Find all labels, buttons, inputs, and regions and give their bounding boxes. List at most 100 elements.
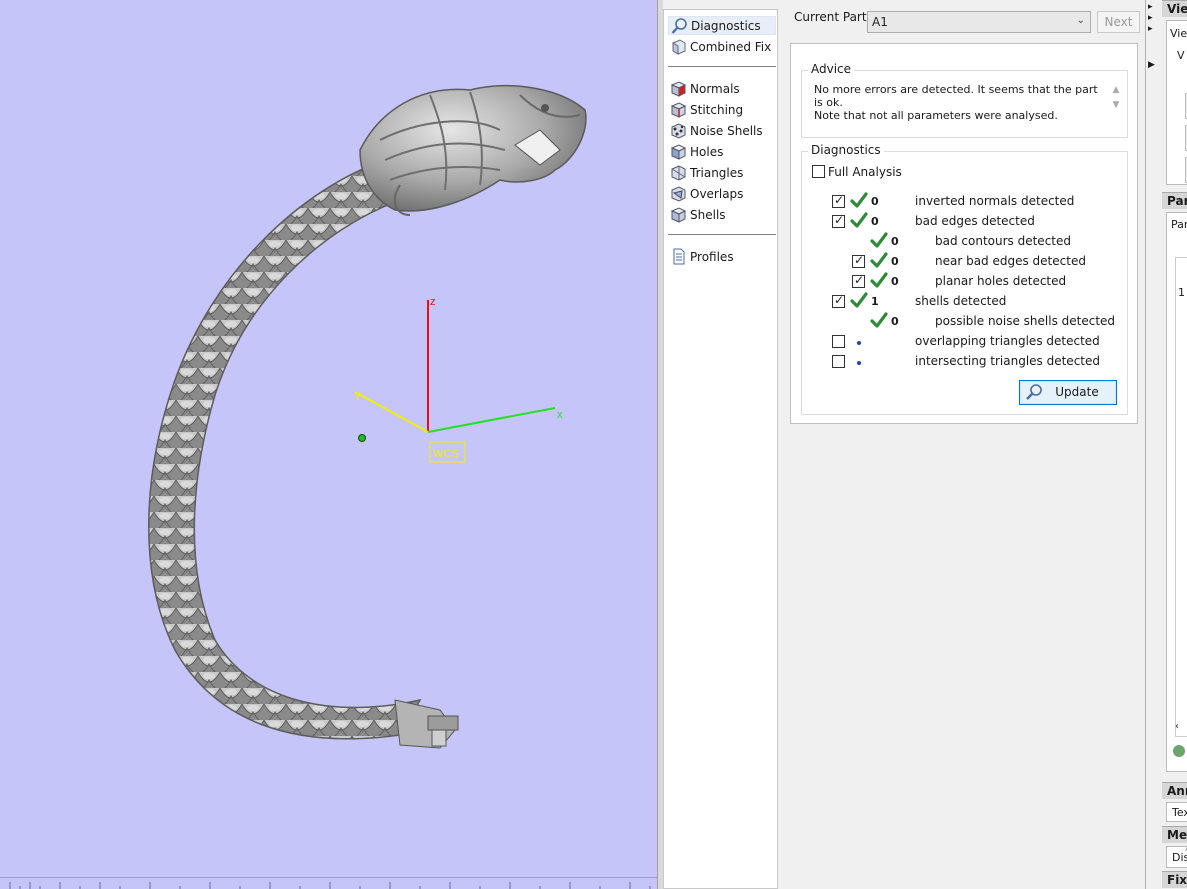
full-analysis-label: Full Analysis: [828, 165, 902, 179]
overlapping-triangles-checkbox[interactable]: [832, 335, 845, 348]
nav-item-holes[interactable]: Holes: [668, 142, 727, 161]
scroll-up-icon[interactable]: ▲: [1109, 83, 1123, 98]
magnifier-icon: [671, 18, 687, 34]
noise-shells-label: possible noise shells detected: [935, 314, 1116, 328]
measure-section-body: Dis A: [1166, 846, 1187, 868]
nav-item-profiles[interactable]: Profiles: [668, 247, 738, 266]
fix-section-header[interactable]: Fix: [1162, 871, 1187, 888]
advice-title: Advice: [808, 62, 855, 76]
part-sub-label: Par: [1171, 218, 1187, 231]
scroll-left-icon[interactable]: ‹: [1175, 721, 1179, 732]
holes-cube-icon: [670, 144, 687, 160]
nav-item-diagnostics[interactable]: Diagnostics: [668, 16, 776, 35]
scroll-down-icon[interactable]: ▼: [1109, 98, 1123, 113]
inverted-normals-checkbox[interactable]: [832, 193, 845, 208]
nav-item-shells[interactable]: Shells: [668, 205, 730, 224]
overlapping-triangles-label: overlapping triangles detected: [915, 334, 1100, 348]
nav-item-label: Holes: [690, 144, 724, 159]
nav-item-label: Noise Shells: [690, 123, 763, 138]
bad-edges-checkbox[interactable]: [832, 213, 845, 228]
nav-item-label: Normals: [690, 81, 740, 96]
y-axis-label: Y: [354, 391, 362, 403]
update-button[interactable]: Update: [1019, 380, 1117, 405]
nav-item-label: Triangles: [690, 165, 744, 180]
ok-check-icon: [870, 312, 888, 328]
ok-check-icon: [870, 252, 888, 268]
intersecting-triangles-checkbox[interactable]: [832, 355, 845, 368]
full-analysis-checkbox[interactable]: [812, 165, 825, 178]
annotation-sub-label: Tex: [1172, 806, 1187, 819]
nav-item-label: Diagnostics: [691, 18, 761, 33]
advice-scrollbar[interactable]: ▲ ▼: [1109, 83, 1123, 129]
viewport-canvas[interactable]: z x Y WCS: [0, 0, 657, 889]
next-button[interactable]: Next: [1097, 11, 1140, 33]
planar-holes-count: 0: [891, 275, 899, 288]
intersecting-triangles-label: intersecting triangles detected: [915, 354, 1100, 368]
noise-shells-count: 0: [891, 315, 899, 328]
rotation-center-marker: [358, 434, 366, 442]
nav-item-noise-shells[interactable]: Noise Shells: [668, 121, 767, 140]
pending-dot-icon: [857, 341, 861, 345]
dock-expand-icon[interactable]: ▶: [1148, 60, 1158, 70]
shells-count: 1: [871, 295, 879, 308]
measure-section-header[interactable]: Mea: [1162, 826, 1187, 843]
wcs-axes: [354, 300, 556, 433]
nav-item-label: Profiles: [690, 249, 734, 264]
part-section-header[interactable]: Part: [1162, 192, 1187, 209]
wcs-label: WCS: [433, 448, 459, 460]
shells-label: shells detected: [915, 294, 1007, 308]
current-part-select[interactable]: A1 ⌄: [867, 11, 1091, 33]
current-part-label: Current Part:: [794, 10, 871, 24]
nav-item-normals[interactable]: Normals: [668, 79, 744, 98]
nav-item-stitching[interactable]: Stitching: [668, 100, 747, 119]
part-section-body: Par 1 ‹: [1166, 212, 1187, 772]
tail-end: [394, 699, 459, 749]
view-section-header[interactable]: View: [1162, 0, 1187, 17]
cube-icon: [672, 39, 686, 55]
document-icon: [673, 248, 685, 265]
planar-holes-checkbox[interactable]: [852, 273, 865, 288]
part-list[interactable]: 1: [1175, 257, 1187, 737]
nav-item-overlaps[interactable]: Overlaps: [668, 184, 747, 203]
noise-shells-icon: [671, 123, 686, 139]
z-axis-label: z: [430, 296, 436, 308]
near-bad-edges-checkbox[interactable]: [852, 253, 865, 268]
magnifier-icon: [1026, 384, 1042, 400]
overlaps-cube-icon: [671, 186, 686, 202]
nav-item-triangles[interactable]: Triangles: [668, 163, 747, 182]
nav-item-combined-fix[interactable]: Combined Fix: [668, 37, 775, 56]
shells-cube-icon: [670, 207, 687, 223]
annotation-section-header[interactable]: Ann: [1162, 782, 1187, 799]
update-label: Update: [1055, 385, 1099, 399]
pending-dot-icon: [857, 361, 861, 365]
advice-line-2: Note that not all parameters were analys…: [814, 109, 1058, 122]
stitching-cube-icon: [670, 102, 687, 118]
part-row[interactable]: 1: [1178, 286, 1185, 299]
advice-line-1: No more errors are detected. It seems th…: [814, 83, 1098, 109]
right-dock-panel: ▸▸▸ ▶ View View V Part Par 1 ‹ Ann Tex M…: [1145, 0, 1187, 889]
3d-viewport[interactable]: z x Y WCS: [0, 0, 657, 889]
current-part-value: A1: [872, 15, 888, 29]
diagnostics-content-panel: Advice No more errors are detected. It s…: [790, 43, 1138, 424]
nav-divider: [668, 66, 776, 67]
add-part-icon[interactable]: [1173, 745, 1185, 757]
view-section-body: View V: [1166, 20, 1187, 185]
bad-contours-count: 0: [891, 235, 899, 248]
diagnostics-group: Diagnostics Full Analysis 0 inverted nor…: [801, 143, 1128, 415]
planar-holes-label: planar holes detected: [935, 274, 1067, 288]
bad-contours-label: bad contours detected: [935, 234, 1071, 248]
bottom-ruler: [0, 877, 657, 889]
fix-wizard-nav: Diagnostics Combined Fix Normals Stitchi…: [663, 9, 778, 889]
ok-check-icon: [850, 192, 868, 208]
ok-check-icon: [850, 292, 868, 308]
advice-group: Advice No more errors are detected. It s…: [801, 62, 1128, 138]
diagnostics-page: Current Part: A1 ⌄ Next Advice No more e…: [780, 0, 1145, 889]
ok-check-icon: [870, 232, 888, 248]
dragon-head: [359, 85, 587, 216]
dock-pin-icon[interactable]: ▸ ▸ ▸: [1148, 2, 1158, 36]
advice-text: No more errors are detected. It seems th…: [814, 83, 1104, 122]
ok-check-icon: [870, 272, 888, 288]
dragon-body: [148, 159, 422, 740]
shells-checkbox[interactable]: [832, 293, 845, 308]
normals-cube-icon: [670, 81, 687, 97]
